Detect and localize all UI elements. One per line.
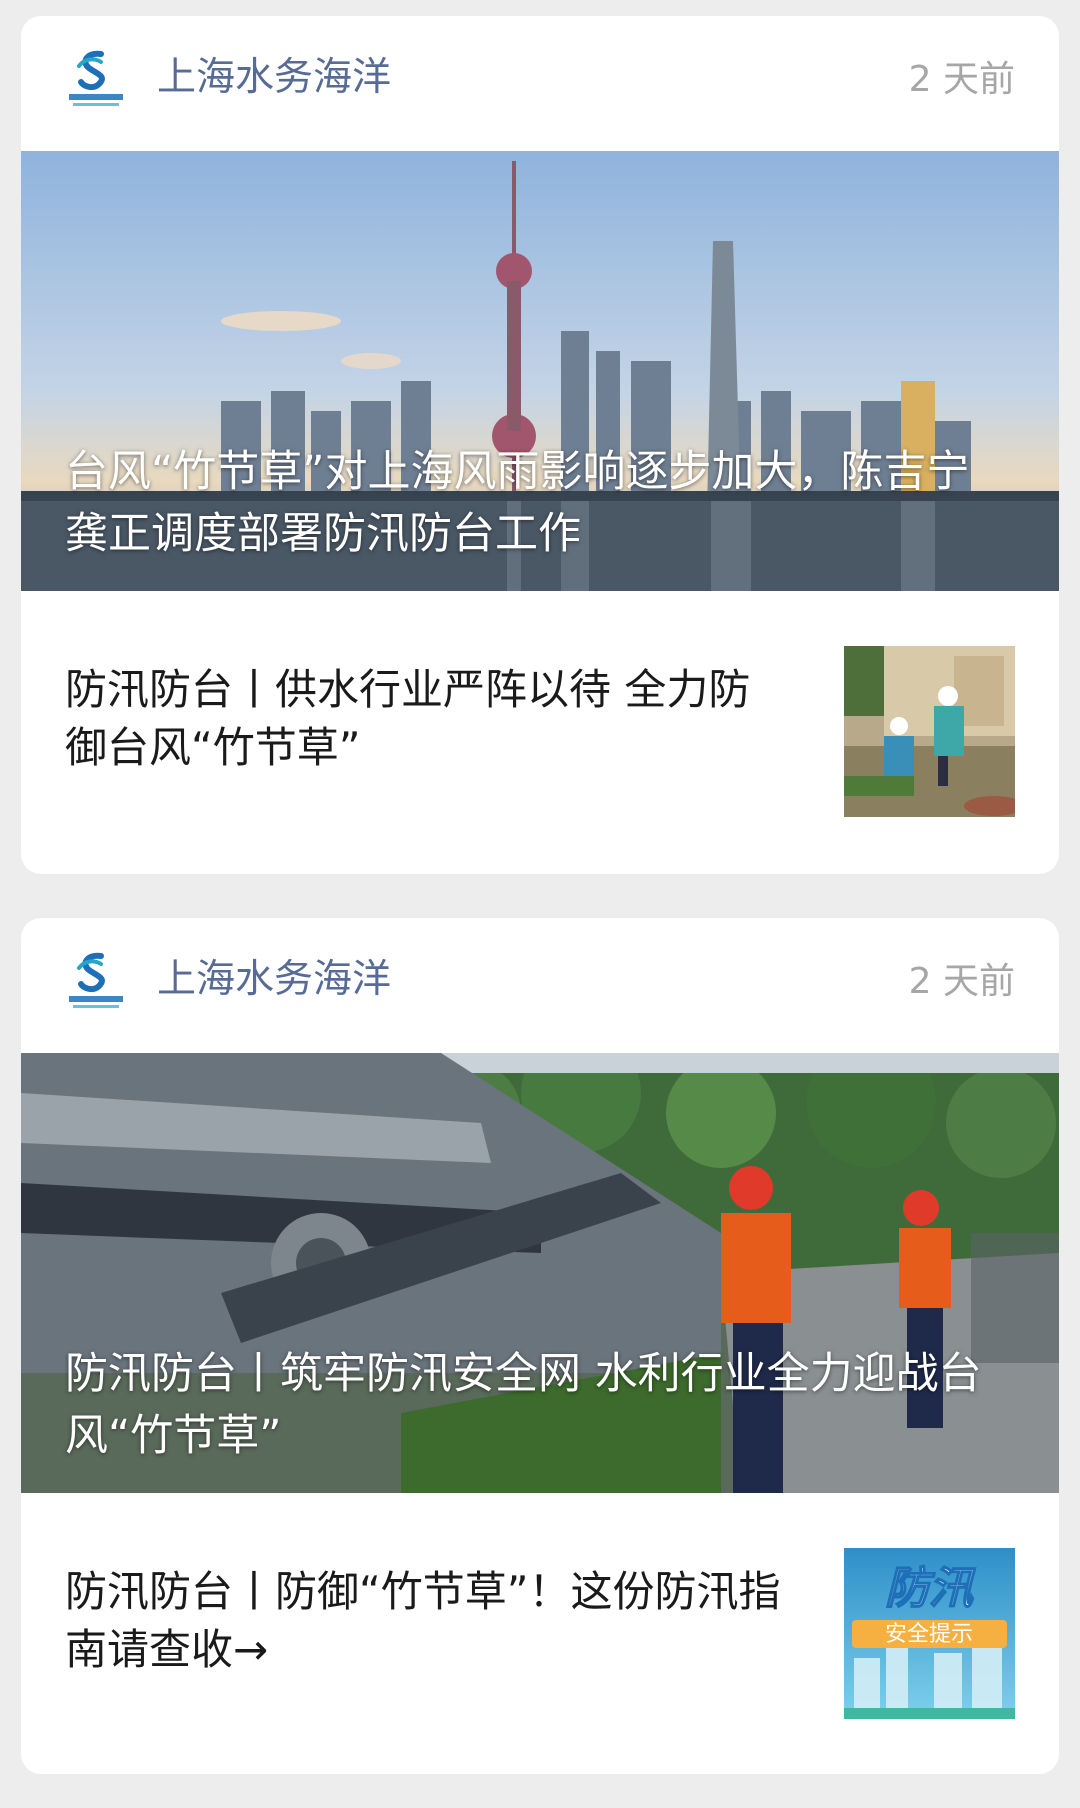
source-logo-icon[interactable] xyxy=(63,948,129,1014)
hero-article[interactable]: 防汛防台丨筑牢防汛安全网 水利行业全力迎战台风“竹节草” xyxy=(21,1053,1059,1493)
publish-time: 2 天前 xyxy=(908,961,1015,1002)
article-card: 上海水务海洋 2 天前 xyxy=(21,16,1059,874)
article-feed: 上海水务海洋 2 天前 台风“竹节草”对上海风雨影响逐步加大，陈吉宁龚正调度部署… xyxy=(0,0,1080,1808)
sub-article-title[interactable]: 防汛防台丨供水行业严阵以待 全力防御台风“竹节草” xyxy=(65,661,785,777)
hero-article-title[interactable]: 台风“竹节草”对上海风雨影响逐步加大，陈吉宁龚正调度部署防汛防台工作 xyxy=(65,441,999,565)
article-card: 上海水务海洋 2 天前 xyxy=(21,918,1059,1774)
source-name[interactable]: 上海水务海洋 xyxy=(157,956,391,1004)
sub-article-item[interactable]: 防汛防台丨防御“竹节草”！这份防汛指南请查收→ 防汛 安全提示 xyxy=(21,1493,1059,1774)
sub-article-item[interactable]: 防汛防台丨供水行业严阵以待 全力防御台风“竹节草” xyxy=(21,591,1059,874)
thumb-main-text: 防汛 xyxy=(885,1563,976,1614)
sub-article-thumbnail[interactable]: 防汛 安全提示 xyxy=(844,1548,1015,1719)
sub-article-thumbnail[interactable] xyxy=(844,646,1015,817)
publish-time: 2 天前 xyxy=(908,59,1015,100)
card-header[interactable]: 上海水务海洋 2 天前 xyxy=(21,918,1059,1053)
sub-article-title[interactable]: 防汛防台丨防御“竹节草”！这份防汛指南请查收→ xyxy=(65,1563,785,1679)
source-name[interactable]: 上海水务海洋 xyxy=(157,54,391,102)
thumb-sub-text: 安全提示 xyxy=(885,1622,973,1647)
source-logo-icon[interactable] xyxy=(63,46,129,112)
hero-article-title[interactable]: 防汛防台丨筑牢防汛安全网 水利行业全力迎战台风“竹节草” xyxy=(65,1343,999,1467)
card-header[interactable]: 上海水务海洋 2 天前 xyxy=(21,16,1059,151)
hero-article[interactable]: 台风“竹节草”对上海风雨影响逐步加大，陈吉宁龚正调度部署防汛防台工作 xyxy=(21,151,1059,591)
